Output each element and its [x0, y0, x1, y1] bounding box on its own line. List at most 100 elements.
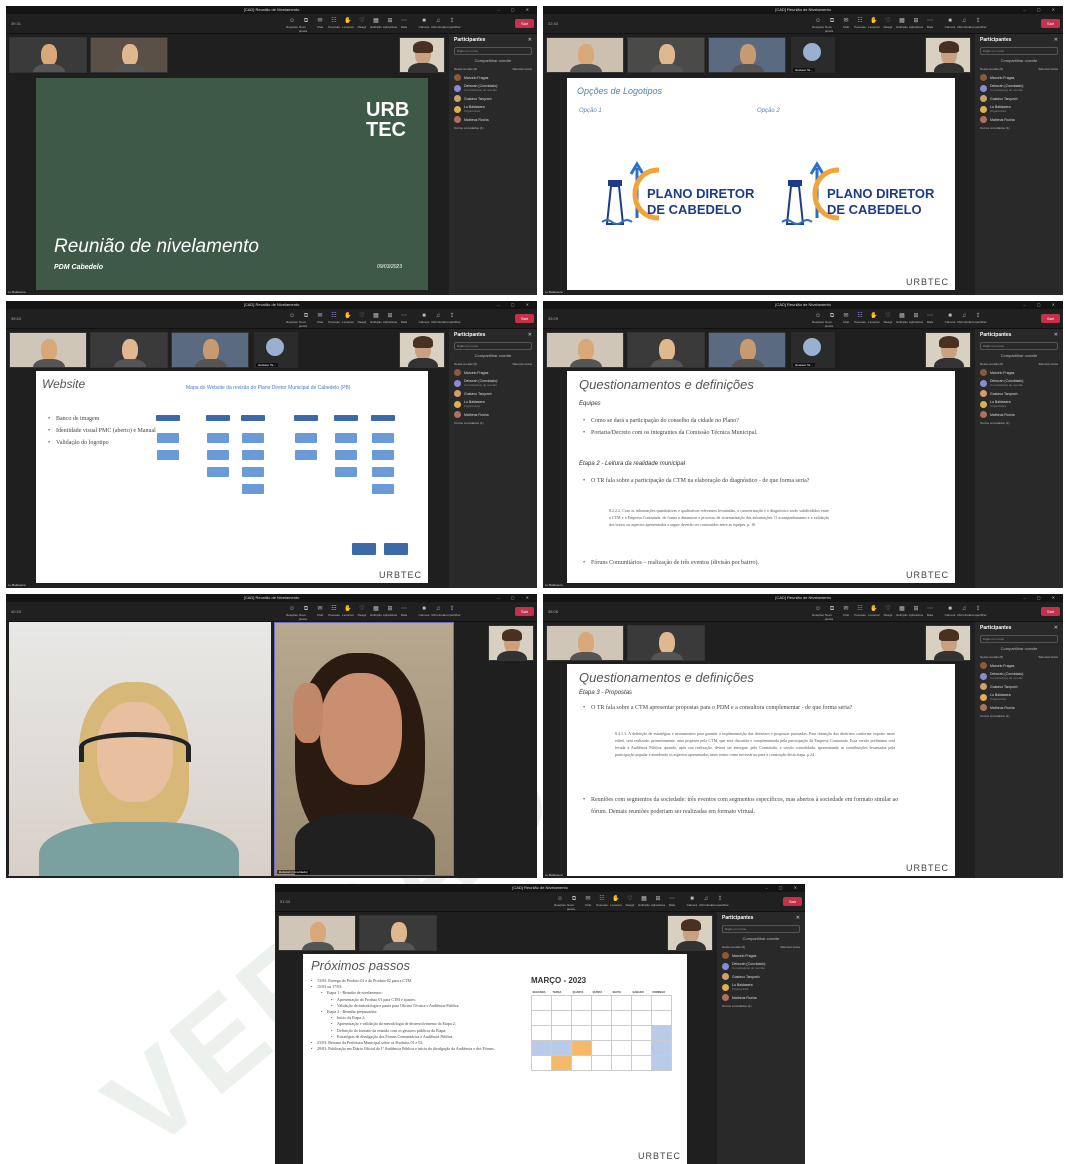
- leave-button[interactable]: Sair: [1041, 19, 1060, 28]
- window-controls[interactable]: – ▢ ✕: [497, 6, 534, 14]
- control-reagir[interactable]: ♡ Reagir: [881, 17, 895, 33]
- control-reagir[interactable]: ♡ Reagir: [355, 17, 369, 33]
- share-invite-button[interactable]: Compartilhar convite: [454, 58, 532, 63]
- participant-row[interactable]: Lu Baldasera Organizador: [454, 105, 532, 113]
- control-reações[interactable]: ☺ Reações: [285, 17, 299, 33]
- calendar-day[interactable]: [571, 995, 592, 1011]
- calendar-day[interactable]: [631, 1055, 652, 1071]
- in-meeting-section[interactable]: Nesta reunião (5) Silenciar todos: [980, 67, 1058, 71]
- window-controls[interactable]: – ▢ ✕: [765, 884, 802, 892]
- participant-row[interactable]: Marcelo Fragas: [980, 74, 1058, 81]
- calendar-day[interactable]: [651, 995, 672, 1011]
- control-câmera[interactable]: ■ Câmera: [685, 895, 699, 911]
- control-câmera[interactable]: ■ Câmera: [417, 17, 431, 33]
- leave-button[interactable]: Sair: [515, 314, 534, 323]
- participant-video-thumbnail[interactable]: [627, 332, 705, 368]
- in-meeting-section[interactable]: Nesta reunião (5) Silenciar todos: [980, 362, 1058, 366]
- close-icon[interactable]: ✕: [528, 332, 532, 338]
- calendar-day[interactable]: [611, 1010, 632, 1026]
- control-reagir[interactable]: ♡ Reagir: [355, 605, 369, 621]
- control-pessoas[interactable]: ☷ Pessoas: [327, 312, 341, 328]
- self-view-video[interactable]: [399, 37, 445, 73]
- share-invite-button[interactable]: Compartilhar convite: [980, 353, 1058, 358]
- participant-search-input[interactable]: Digite um nome: [454, 342, 532, 350]
- control-novo-janela[interactable]: ⧉ Novo janela: [825, 605, 839, 621]
- control-compartilhar[interactable]: ⇪ Compartilhar: [443, 605, 460, 621]
- control-chat[interactable]: ✉ Chat: [313, 17, 327, 33]
- participant-row[interactable]: Gustavo Tarqurch: [980, 683, 1058, 690]
- control-reagir[interactable]: ♡ Reagir: [881, 605, 895, 621]
- calendar-day[interactable]: [651, 1055, 672, 1071]
- participant-tile[interactable]: Gustavo Ta...: [791, 332, 835, 368]
- control-levantar[interactable]: ✋ Levantar: [341, 605, 355, 621]
- control-mais[interactable]: ⋯ Mais: [397, 312, 411, 328]
- participant-row[interactable]: Deborah (Convidado) Convidado(a) de reuni…: [980, 84, 1058, 92]
- control-exibição[interactable]: ▦ Exibição: [369, 17, 383, 33]
- control-levantar[interactable]: ✋ Levantar: [867, 605, 881, 621]
- mute-all-button[interactable]: Silenciar todos: [512, 362, 532, 366]
- control-pessoas[interactable]: ☷ Pessoas: [853, 312, 867, 328]
- participant-row[interactable]: Deborah (Convidado) Convidado(a) de reuni…: [722, 962, 800, 970]
- participant-video-thumbnail[interactable]: [9, 37, 87, 73]
- calendar-day[interactable]: [631, 995, 652, 1011]
- close-icon[interactable]: ✕: [1054, 332, 1058, 338]
- participant-row[interactable]: Marcelo Fragas: [980, 369, 1058, 376]
- control-reações[interactable]: ☺ Reações: [285, 605, 299, 621]
- in-meeting-section[interactable]: Nesta reunião (5) Silenciar todos: [454, 67, 532, 71]
- participant-video-thumbnail[interactable]: [359, 915, 437, 951]
- control-pessoas[interactable]: ☷ Pessoas: [327, 605, 341, 621]
- participant-search-input[interactable]: Digite um nome: [980, 47, 1058, 55]
- others-invited-section[interactable]: Outros convidados (1): [980, 714, 1058, 718]
- control-mais[interactable]: ⋯ Mais: [923, 605, 937, 621]
- leave-button[interactable]: Sair: [515, 19, 534, 28]
- participant-row[interactable]: Matheus Rocha: [980, 704, 1058, 711]
- participant-search-input[interactable]: Digite um nome: [722, 925, 800, 933]
- control-câmera[interactable]: ■ Câmera: [943, 312, 957, 328]
- control-compartilhar[interactable]: ⇪ Compartilhar: [969, 17, 986, 33]
- mute-all-button[interactable]: Silenciar todos: [780, 945, 800, 949]
- calendar-day[interactable]: [571, 1010, 592, 1026]
- control-mais[interactable]: ⋯ Mais: [665, 895, 679, 911]
- calendar-day[interactable]: [531, 1055, 552, 1071]
- leave-button[interactable]: Sair: [1041, 314, 1060, 323]
- participant-row[interactable]: Marcelo Fragas: [722, 952, 800, 959]
- control-exibição[interactable]: ▦ Exibição: [895, 17, 909, 33]
- close-icon[interactable]: ✕: [1054, 37, 1058, 43]
- control-compartilhar[interactable]: ⇪ Compartilhar: [443, 312, 460, 328]
- share-invite-button[interactable]: Compartilhar convite: [980, 646, 1058, 651]
- control-reagir[interactable]: ♡ Reagir: [355, 312, 369, 328]
- participant-video-thumbnail[interactable]: [708, 332, 786, 368]
- participant-search-input[interactable]: Digite um nome: [980, 635, 1058, 643]
- control-compartilhar[interactable]: ⇪ Compartilhar: [711, 895, 728, 911]
- control-pessoas[interactable]: ☷ Pessoas: [595, 895, 609, 911]
- control-reações[interactable]: ☺ Reações: [553, 895, 567, 911]
- calendar-day[interactable]: [631, 1010, 652, 1026]
- participant-row[interactable]: Lu Baldasera Organizador: [722, 983, 800, 991]
- window-controls[interactable]: – ▢ ✕: [1023, 594, 1060, 602]
- others-invited-section[interactable]: Outros convidados (1): [722, 1004, 800, 1008]
- control-chat[interactable]: ✉ Chat: [313, 605, 327, 621]
- self-view-video[interactable]: [925, 37, 971, 73]
- control-pessoas[interactable]: ☷ Pessoas: [853, 17, 867, 33]
- participant-row[interactable]: Deborah (Convidado) Convidado(a) de reuni…: [454, 84, 532, 92]
- participant-video-thumbnail[interactable]: [546, 625, 624, 661]
- control-mais[interactable]: ⋯ Mais: [397, 17, 411, 33]
- participant-row[interactable]: Marcelo Fragas: [980, 662, 1058, 669]
- control-aplicativos[interactable]: ⊞ Aplicativos: [909, 17, 923, 33]
- control-reações[interactable]: ☺ Reações: [285, 312, 299, 328]
- in-meeting-section[interactable]: Nesta reunião (5) Silenciar todos: [980, 655, 1058, 659]
- calendar-day[interactable]: [651, 1025, 672, 1041]
- participant-row[interactable]: Deborah (Convidado) Convidado(a) de reuni…: [454, 379, 532, 387]
- participant-video-large[interactable]: Deborah (Convidado): [274, 622, 454, 876]
- control-novo-janela[interactable]: ⧉ Novo janela: [299, 17, 313, 33]
- participant-row[interactable]: Marcelo Fragas: [454, 74, 532, 81]
- close-icon[interactable]: ✕: [796, 915, 800, 921]
- calendar-day[interactable]: [611, 1055, 632, 1071]
- calendar-day[interactable]: [651, 1040, 672, 1056]
- control-chat[interactable]: ✉ Chat: [581, 895, 595, 911]
- control-novo-janela[interactable]: ⧉ Novo janela: [825, 17, 839, 33]
- control-aplicativos[interactable]: ⊞ Aplicativos: [909, 605, 923, 621]
- control-levantar[interactable]: ✋ Levantar: [341, 312, 355, 328]
- calendar-day[interactable]: [611, 1040, 632, 1056]
- participant-video-thumbnail[interactable]: [708, 37, 786, 73]
